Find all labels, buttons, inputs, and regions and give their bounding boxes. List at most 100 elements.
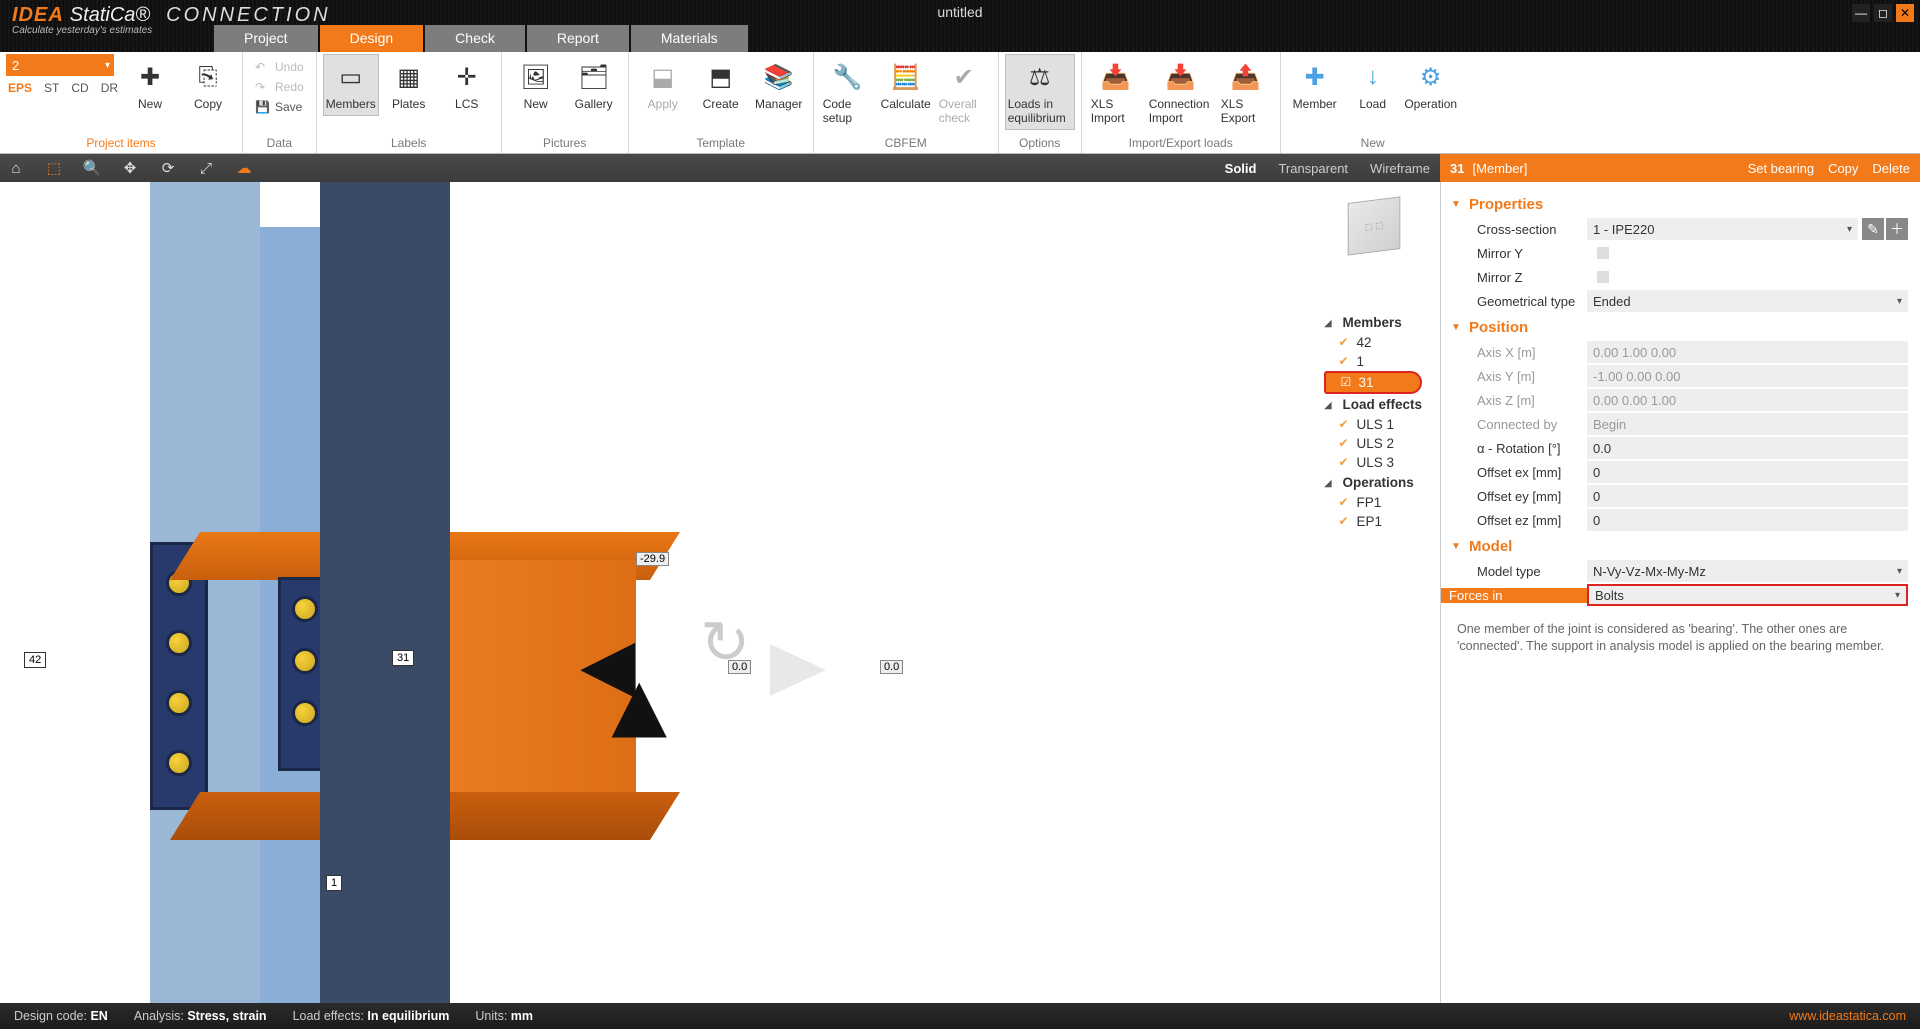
rotate-button[interactable]: ⟳	[158, 158, 178, 178]
conn-import-icon: 📥	[1163, 59, 1199, 95]
edit-cross-section-button[interactable]: ✎	[1862, 218, 1884, 240]
tree-load-1[interactable]: ULS 1	[1324, 415, 1422, 434]
bolt-icon	[166, 690, 192, 716]
template-manager-button[interactable]: 📚Manager	[751, 54, 807, 116]
zoom-button[interactable]: 🔍	[82, 158, 102, 178]
delete-member-button[interactable]: Delete	[1872, 161, 1910, 176]
offset-ex-input[interactable]: 0	[1587, 461, 1908, 483]
mirror-y-checkbox[interactable]	[1597, 247, 1609, 259]
axis-y-label: Axis Y [m]	[1449, 369, 1587, 384]
picture-gallery-button[interactable]: 🗂Gallery	[566, 54, 622, 116]
projection-st[interactable]: ST	[44, 81, 59, 95]
tab-project[interactable]: Project	[214, 25, 318, 52]
template-apply-button[interactable]: ⬓Apply	[635, 54, 691, 116]
projection-cd[interactable]: CD	[71, 81, 88, 95]
redo-button[interactable]: ↷Redo	[249, 78, 310, 96]
offset-ey-input[interactable]: 0	[1587, 485, 1908, 507]
viewport-3d[interactable]: ◀ ◀ ↻ 42 31 1 -29.9 0.0 0.0 ⬚ ⬚ Members …	[0, 182, 1440, 1003]
tree-op-2[interactable]: EP1	[1324, 512, 1422, 531]
section-model[interactable]: Model	[1449, 532, 1908, 559]
bolt-icon	[292, 700, 318, 726]
new-operation-button[interactable]: ⚙Operation	[1403, 54, 1459, 116]
tree-member-31[interactable]: 31	[1324, 371, 1422, 394]
undo-button[interactable]: ↶Undo	[249, 58, 310, 76]
project-item-dropdown-value: 2	[12, 58, 19, 73]
cross-section-dropdown[interactable]: 1 - IPE220	[1587, 218, 1858, 240]
copy-member-button[interactable]: Copy	[1828, 161, 1858, 176]
picture-new-button[interactable]: 🖼New	[508, 54, 564, 116]
project-item-dropdown[interactable]: 2	[6, 54, 114, 76]
mirror-z-checkbox[interactable]	[1597, 271, 1609, 283]
overall-check-button[interactable]: ✔︎Overall check	[936, 54, 992, 130]
status-bar: Design code: EN Analysis: Stress, strain…	[0, 1003, 1920, 1029]
status-loadeffects-label: Load effects:	[293, 1009, 364, 1023]
tab-materials[interactable]: Materials	[631, 25, 748, 52]
selected-id: 31	[1450, 161, 1464, 176]
select-button[interactable]: ⬚	[44, 158, 64, 178]
xls-export-button[interactable]: 📤XLS Export	[1218, 54, 1274, 130]
calculate-button[interactable]: 🧮Calculate	[878, 54, 934, 116]
render-transparent[interactable]: Transparent	[1274, 161, 1352, 176]
xls-import-button[interactable]: 📥XLS Import	[1088, 54, 1144, 130]
code-setup-button[interactable]: 🔧Code setup	[820, 54, 876, 130]
member-label-42[interactable]: 42	[24, 652, 46, 668]
tree-load-2[interactable]: ULS 2	[1324, 434, 1422, 453]
save-button[interactable]: 💾Save	[249, 98, 310, 116]
model-type-dropdown[interactable]: N-Vy-Vz-Mx-My-Mz	[1587, 560, 1908, 582]
render-wireframe[interactable]: Wireframe	[1366, 161, 1434, 176]
operation-icon: ⚙	[1413, 59, 1449, 95]
window-maximize-button[interactable]: ◻	[1874, 4, 1892, 22]
new-load-button[interactable]: ↓Load	[1345, 54, 1401, 116]
member-label-31[interactable]: 31	[392, 650, 414, 666]
project-new-button[interactable]: ✚ New	[122, 54, 178, 116]
tree-head-loads[interactable]: Load effects	[1324, 394, 1422, 415]
picture-icon: 🖼	[518, 59, 554, 95]
loads-in-equilibrium-button[interactable]: ⚖Loads in equilibrium	[1005, 54, 1075, 130]
tree-op-1[interactable]: FP1	[1324, 493, 1422, 512]
tree-member-1[interactable]: 1	[1324, 352, 1422, 371]
tree-load-3[interactable]: ULS 3	[1324, 453, 1422, 472]
add-cross-section-button[interactable]: ＋	[1886, 218, 1908, 240]
ribbon-group-import-export: 📥XLS Import 📥Connection Import 📤XLS Expo…	[1082, 52, 1281, 153]
member-label-1[interactable]: 1	[326, 875, 342, 891]
offset-ez-input[interactable]: 0	[1587, 509, 1908, 531]
projection-eps[interactable]: EPS	[8, 81, 32, 95]
new-member-button[interactable]: ✚Member	[1287, 54, 1343, 116]
pan-button[interactable]: ✥	[120, 158, 140, 178]
projection-dr[interactable]: DR	[101, 81, 118, 95]
section-properties[interactable]: Properties	[1449, 190, 1908, 217]
tree-head-members[interactable]: Members	[1324, 312, 1422, 333]
status-units-value: mm	[511, 1009, 533, 1023]
undo-icon: ↶	[255, 60, 269, 74]
window-close-button[interactable]: ✕	[1896, 4, 1914, 22]
tab-check[interactable]: Check	[425, 25, 525, 52]
calc-icon: 🧮	[888, 59, 924, 95]
hint-text: One member of the joint is considered as…	[1449, 607, 1908, 659]
window-minimize-button[interactable]: —	[1852, 4, 1870, 22]
section-position[interactable]: Position	[1449, 313, 1908, 340]
labels-plates-button[interactable]: ▦Plates	[381, 54, 437, 116]
template-create-button[interactable]: ⬒Create	[693, 54, 749, 116]
navigation-cube[interactable]: ⬚ ⬚	[1348, 196, 1401, 255]
connection-import-button[interactable]: 📥Connection Import	[1146, 54, 1216, 130]
project-copy-button[interactable]: ⎘ Copy	[180, 54, 236, 116]
forces-in-dropdown[interactable]: Bolts	[1587, 584, 1908, 606]
home-view-button[interactable]: ⌂	[6, 158, 26, 178]
properties-header: 31 [Member] Set bearing Copy Delete	[1440, 154, 1920, 182]
fit-button[interactable]: ⤢	[196, 158, 216, 178]
geo-type-dropdown[interactable]: Ended	[1587, 290, 1908, 312]
new-item-icon: ✚	[132, 59, 168, 95]
status-url[interactable]: www.ideastatica.com	[1789, 1009, 1906, 1023]
rotation-input[interactable]: 0.0	[1587, 437, 1908, 459]
set-bearing-button[interactable]: Set bearing	[1748, 161, 1815, 176]
lcs-icon: ✛	[449, 59, 485, 95]
labels-lcs-button[interactable]: ✛LCS	[439, 54, 495, 116]
status-analysis-label: Analysis:	[134, 1009, 184, 1023]
highlight-button[interactable]: ☁	[234, 158, 254, 178]
tree-head-operations[interactable]: Operations	[1324, 472, 1422, 493]
tab-design[interactable]: Design	[320, 25, 424, 52]
labels-members-button[interactable]: ▭Members	[323, 54, 379, 116]
render-solid[interactable]: Solid	[1221, 161, 1261, 176]
tab-report[interactable]: Report	[527, 25, 629, 52]
tree-member-42[interactable]: 42	[1324, 333, 1422, 352]
